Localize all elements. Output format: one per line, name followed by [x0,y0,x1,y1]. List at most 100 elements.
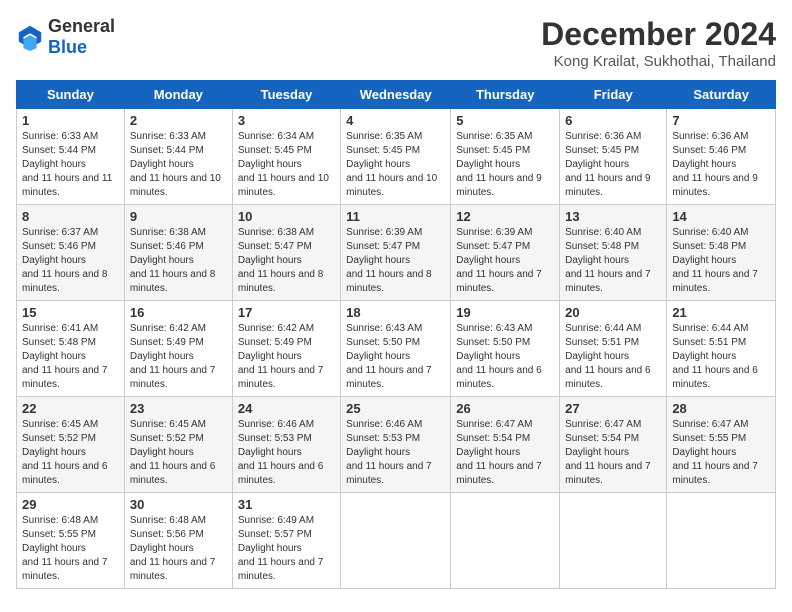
day-number: 14 [672,209,770,224]
day-info: Sunrise: 6:35 AMSunset: 5:45 PMDaylight … [346,130,445,200]
day-number: 12 [456,209,554,224]
table-row: 12 Sunrise: 6:39 AMSunset: 5:47 PMDaylig… [451,205,560,301]
month-title: December 2024 [541,16,776,53]
day-number: 17 [238,305,335,320]
day-info: Sunrise: 6:43 AMSunset: 5:50 PMDaylight … [346,322,445,392]
calendar: Sunday Monday Tuesday Wednesday Thursday… [16,80,776,589]
day-number: 27 [565,401,661,416]
day-info: Sunrise: 6:36 AMSunset: 5:45 PMDaylight … [565,130,661,200]
day-number: 24 [238,401,335,416]
empty-cell [560,493,667,589]
table-row: 9 Sunrise: 6:38 AMSunset: 5:46 PMDayligh… [124,205,232,301]
day-number: 19 [456,305,554,320]
day-number: 18 [346,305,445,320]
day-info: Sunrise: 6:46 AMSunset: 5:53 PMDaylight … [238,418,335,488]
day-info: Sunrise: 6:42 AMSunset: 5:49 PMDaylight … [130,322,227,392]
header-wednesday: Wednesday [341,81,451,109]
table-row: 15 Sunrise: 6:41 AMSunset: 5:48 PMDaylig… [17,301,125,397]
header-sunday: Sunday [17,81,125,109]
day-number: 23 [130,401,227,416]
day-info: Sunrise: 6:40 AMSunset: 5:48 PMDaylight … [672,226,770,296]
day-number: 22 [22,401,119,416]
day-info: Sunrise: 6:38 AMSunset: 5:47 PMDaylight … [238,226,335,296]
day-info: Sunrise: 6:38 AMSunset: 5:46 PMDaylight … [130,226,227,296]
day-info: Sunrise: 6:42 AMSunset: 5:49 PMDaylight … [238,322,335,392]
table-row: 19 Sunrise: 6:43 AMSunset: 5:50 PMDaylig… [451,301,560,397]
day-number: 8 [22,209,119,224]
table-row: 1 Sunrise: 6:33 AMSunset: 5:44 PMDayligh… [17,109,125,205]
day-number: 21 [672,305,770,320]
header-saturday: Saturday [667,81,776,109]
table-row: 27 Sunrise: 6:47 AMSunset: 5:54 PMDaylig… [560,397,667,493]
table-row: 2 Sunrise: 6:33 AMSunset: 5:44 PMDayligh… [124,109,232,205]
table-row: 16 Sunrise: 6:42 AMSunset: 5:49 PMDaylig… [124,301,232,397]
day-info: Sunrise: 6:33 AMSunset: 5:44 PMDaylight … [130,130,227,200]
page-header: General Blue December 2024 Kong Krailat,… [16,16,776,70]
day-info: Sunrise: 6:49 AMSunset: 5:57 PMDaylight … [238,514,335,584]
day-number: 3 [238,113,335,128]
logo-icon [16,23,44,51]
logo-blue: Blue [48,37,87,57]
table-row: 30 Sunrise: 6:48 AMSunset: 5:56 PMDaylig… [124,493,232,589]
empty-cell [451,493,560,589]
day-info: Sunrise: 6:43 AMSunset: 5:50 PMDaylight … [456,322,554,392]
day-number: 13 [565,209,661,224]
day-info: Sunrise: 6:33 AMSunset: 5:44 PMDaylight … [22,130,119,200]
header-tuesday: Tuesday [232,81,340,109]
day-info: Sunrise: 6:41 AMSunset: 5:48 PMDaylight … [22,322,119,392]
header-friday: Friday [560,81,667,109]
day-info: Sunrise: 6:45 AMSunset: 5:52 PMDaylight … [130,418,227,488]
empty-cell [341,493,451,589]
logo-text: General Blue [48,16,115,58]
logo: General Blue [16,16,115,58]
table-row: 24 Sunrise: 6:46 AMSunset: 5:53 PMDaylig… [232,397,340,493]
day-number: 5 [456,113,554,128]
day-number: 20 [565,305,661,320]
day-info: Sunrise: 6:39 AMSunset: 5:47 PMDaylight … [456,226,554,296]
day-info: Sunrise: 6:46 AMSunset: 5:53 PMDaylight … [346,418,445,488]
day-number: 7 [672,113,770,128]
day-info: Sunrise: 6:47 AMSunset: 5:54 PMDaylight … [456,418,554,488]
table-row: 25 Sunrise: 6:46 AMSunset: 5:53 PMDaylig… [341,397,451,493]
table-row: 10 Sunrise: 6:38 AMSunset: 5:47 PMDaylig… [232,205,340,301]
day-info: Sunrise: 6:48 AMSunset: 5:55 PMDaylight … [22,514,119,584]
day-number: 25 [346,401,445,416]
table-row: 28 Sunrise: 6:47 AMSunset: 5:55 PMDaylig… [667,397,776,493]
day-info: Sunrise: 6:34 AMSunset: 5:45 PMDaylight … [238,130,335,200]
table-row: 18 Sunrise: 6:43 AMSunset: 5:50 PMDaylig… [341,301,451,397]
table-row: 21 Sunrise: 6:44 AMSunset: 5:51 PMDaylig… [667,301,776,397]
table-row: 26 Sunrise: 6:47 AMSunset: 5:54 PMDaylig… [451,397,560,493]
table-row: 11 Sunrise: 6:39 AMSunset: 5:47 PMDaylig… [341,205,451,301]
day-number: 28 [672,401,770,416]
table-row: 22 Sunrise: 6:45 AMSunset: 5:52 PMDaylig… [17,397,125,493]
day-number: 10 [238,209,335,224]
day-info: Sunrise: 6:40 AMSunset: 5:48 PMDaylight … [565,226,661,296]
weekday-header-row: Sunday Monday Tuesday Wednesday Thursday… [17,81,776,109]
day-info: Sunrise: 6:47 AMSunset: 5:54 PMDaylight … [565,418,661,488]
day-info: Sunrise: 6:44 AMSunset: 5:51 PMDaylight … [565,322,661,392]
day-info: Sunrise: 6:39 AMSunset: 5:47 PMDaylight … [346,226,445,296]
location-title: Kong Krailat, Sukhothai, Thailand [541,53,776,70]
logo-general: General [48,16,115,36]
table-row: 6 Sunrise: 6:36 AMSunset: 5:45 PMDayligh… [560,109,667,205]
day-number: 4 [346,113,445,128]
table-row: 3 Sunrise: 6:34 AMSunset: 5:45 PMDayligh… [232,109,340,205]
day-info: Sunrise: 6:44 AMSunset: 5:51 PMDaylight … [672,322,770,392]
table-row: 13 Sunrise: 6:40 AMSunset: 5:48 PMDaylig… [560,205,667,301]
table-row: 8 Sunrise: 6:37 AMSunset: 5:46 PMDayligh… [17,205,125,301]
table-row: 31 Sunrise: 6:49 AMSunset: 5:57 PMDaylig… [232,493,340,589]
day-number: 29 [22,497,119,512]
header-thursday: Thursday [451,81,560,109]
table-row: 20 Sunrise: 6:44 AMSunset: 5:51 PMDaylig… [560,301,667,397]
table-row: 5 Sunrise: 6:35 AMSunset: 5:45 PMDayligh… [451,109,560,205]
day-info: Sunrise: 6:45 AMSunset: 5:52 PMDaylight … [22,418,119,488]
day-info: Sunrise: 6:36 AMSunset: 5:46 PMDaylight … [672,130,770,200]
day-number: 9 [130,209,227,224]
table-row: 23 Sunrise: 6:45 AMSunset: 5:52 PMDaylig… [124,397,232,493]
day-number: 11 [346,209,445,224]
table-row: 4 Sunrise: 6:35 AMSunset: 5:45 PMDayligh… [341,109,451,205]
table-row: 17 Sunrise: 6:42 AMSunset: 5:49 PMDaylig… [232,301,340,397]
day-info: Sunrise: 6:37 AMSunset: 5:46 PMDaylight … [22,226,119,296]
day-number: 16 [130,305,227,320]
day-number: 1 [22,113,119,128]
